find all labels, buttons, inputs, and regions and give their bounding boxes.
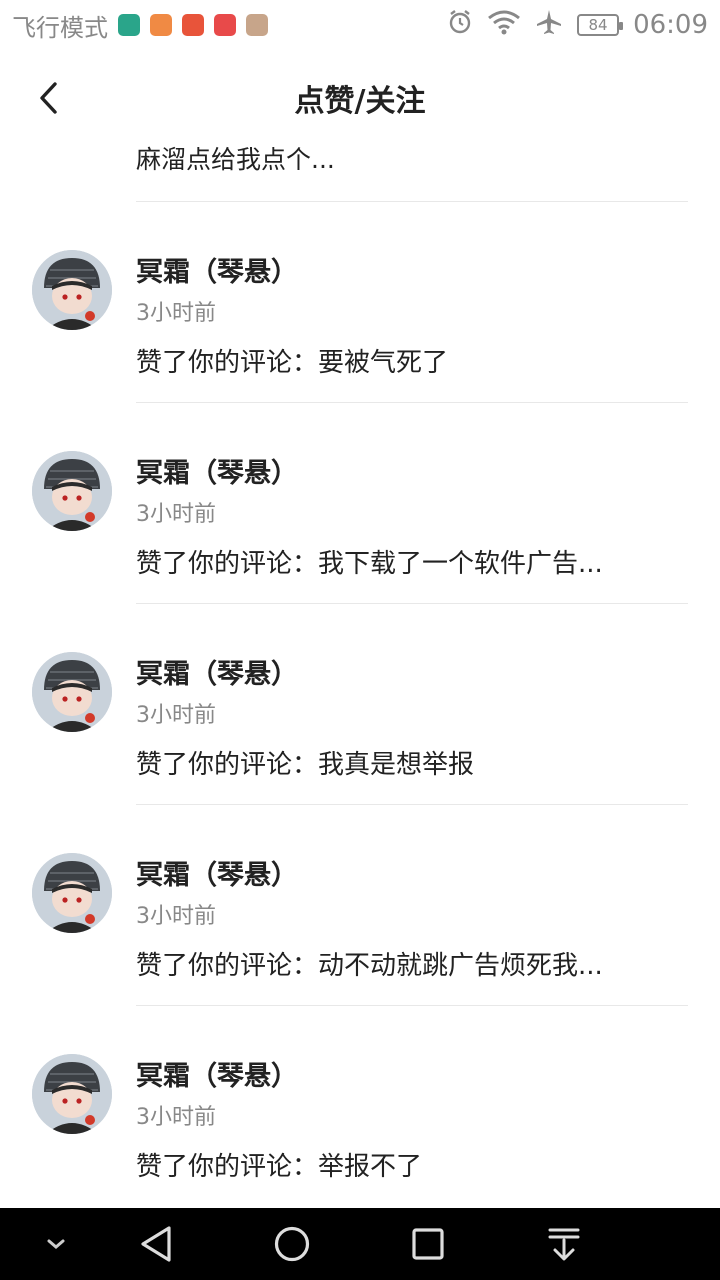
list-item-body: 冥霜（琴悬） 3小时前 赞了你的评论：我真是想举报	[136, 604, 688, 805]
nav-notification-button[interactable]	[544, 1224, 584, 1264]
airplane-icon	[535, 8, 563, 43]
app-icon	[150, 14, 172, 36]
action-text: 赞了你的评论：要被气死了	[136, 348, 449, 378]
clock: 06:09	[633, 10, 708, 40]
avatar[interactable]	[32, 250, 112, 330]
status-bar-left: 飞行模式	[12, 8, 268, 43]
system-nav-bar	[0, 1208, 720, 1280]
square-recents-icon	[412, 1228, 444, 1260]
nav-home-button[interactable]	[272, 1224, 312, 1264]
user-name[interactable]: 冥霜（琴悬）	[136, 250, 298, 289]
triangle-back-icon	[141, 1226, 171, 1262]
action-text: 赞了你的评论：我下载了一个软件广告...	[136, 549, 603, 579]
user-name[interactable]: 冥霜（琴悬）	[136, 853, 298, 892]
timestamp: 3小时前	[136, 301, 216, 326]
action-text: 赞了你的评论：举报不了	[136, 1152, 423, 1182]
timestamp: 3小时前	[136, 502, 216, 527]
timestamp: 3小时前	[136, 904, 216, 929]
app-icon	[214, 14, 236, 36]
list-item-body: 冥霜（琴悬） 3小时前 赞了你的评论：要被气死了	[136, 202, 688, 403]
list-item[interactable]: 冥霜（琴悬） 3小时前 赞了你的评论：动不动就跳广告烦死我...	[0, 805, 720, 1006]
nav-back-button[interactable]	[136, 1224, 176, 1264]
back-button[interactable]	[30, 78, 66, 118]
page-title: 点赞/关注	[294, 84, 426, 119]
app-icon	[118, 14, 140, 36]
app-icon	[182, 14, 204, 36]
timestamp: 3小时前	[136, 703, 216, 728]
avatar[interactable]	[32, 451, 112, 531]
list-item-partial[interactable]: 麻溜点给我点个...	[136, 130, 688, 202]
app-icon	[246, 14, 268, 36]
nav-collapse-button[interactable]	[36, 1224, 76, 1264]
chevron-down-icon	[47, 1239, 65, 1249]
pull-down-icon	[548, 1228, 580, 1261]
partial-action-text: 麻溜点给我点个...	[136, 145, 335, 174]
status-bar-right: 84 06:09	[447, 8, 708, 43]
action-text: 赞了你的评论：我真是想举报	[136, 750, 475, 780]
avatar[interactable]	[32, 652, 112, 732]
status-bar: 飞行模式 84 06:09	[0, 0, 720, 50]
user-name[interactable]: 冥霜（琴悬）	[136, 451, 298, 490]
list-item-body: 冥霜（琴悬） 3小时前 赞了你的评论：举报不了	[136, 1006, 688, 1207]
airplane-mode-label: 飞行模式	[12, 13, 108, 42]
nav-recents-button[interactable]	[408, 1224, 448, 1264]
battery-indicator: 84	[577, 14, 624, 36]
chevron-left-icon	[40, 82, 57, 114]
user-name[interactable]: 冥霜（琴悬）	[136, 1054, 298, 1093]
list-item[interactable]: 冥霜（琴悬） 3小时前 赞了你的评论：我下载了一个软件广告...	[0, 403, 720, 604]
timestamp: 3小时前	[136, 1105, 216, 1130]
notification-list[interactable]: 麻溜点给我点个... 冥霜（琴悬） 3小时前 赞了你的评论：要被气死了 冥霜（琴…	[0, 130, 720, 1207]
list-item[interactable]: 冥霜（琴悬） 3小时前 赞了你的评论：我真是想举报	[0, 604, 720, 805]
list-item-body: 冥霜（琴悬） 3小时前 赞了你的评论：动不动就跳广告烦死我...	[136, 805, 688, 1006]
user-name[interactable]: 冥霜（琴悬）	[136, 652, 298, 691]
alarm-icon	[447, 9, 473, 42]
avatar[interactable]	[32, 853, 112, 933]
circle-home-icon	[274, 1226, 310, 1262]
list-item-body: 冥霜（琴悬） 3小时前 赞了你的评论：我下载了一个软件广告...	[136, 403, 688, 604]
action-text: 赞了你的评论：动不动就跳广告烦死我...	[136, 951, 603, 981]
list-item[interactable]: 冥霜（琴悬） 3小时前 赞了你的评论：要被气死了	[0, 202, 720, 403]
list-item[interactable]: 冥霜（琴悬） 3小时前 赞了你的评论：举报不了	[0, 1006, 720, 1207]
avatar[interactable]	[32, 1054, 112, 1134]
wifi-icon	[487, 9, 521, 42]
